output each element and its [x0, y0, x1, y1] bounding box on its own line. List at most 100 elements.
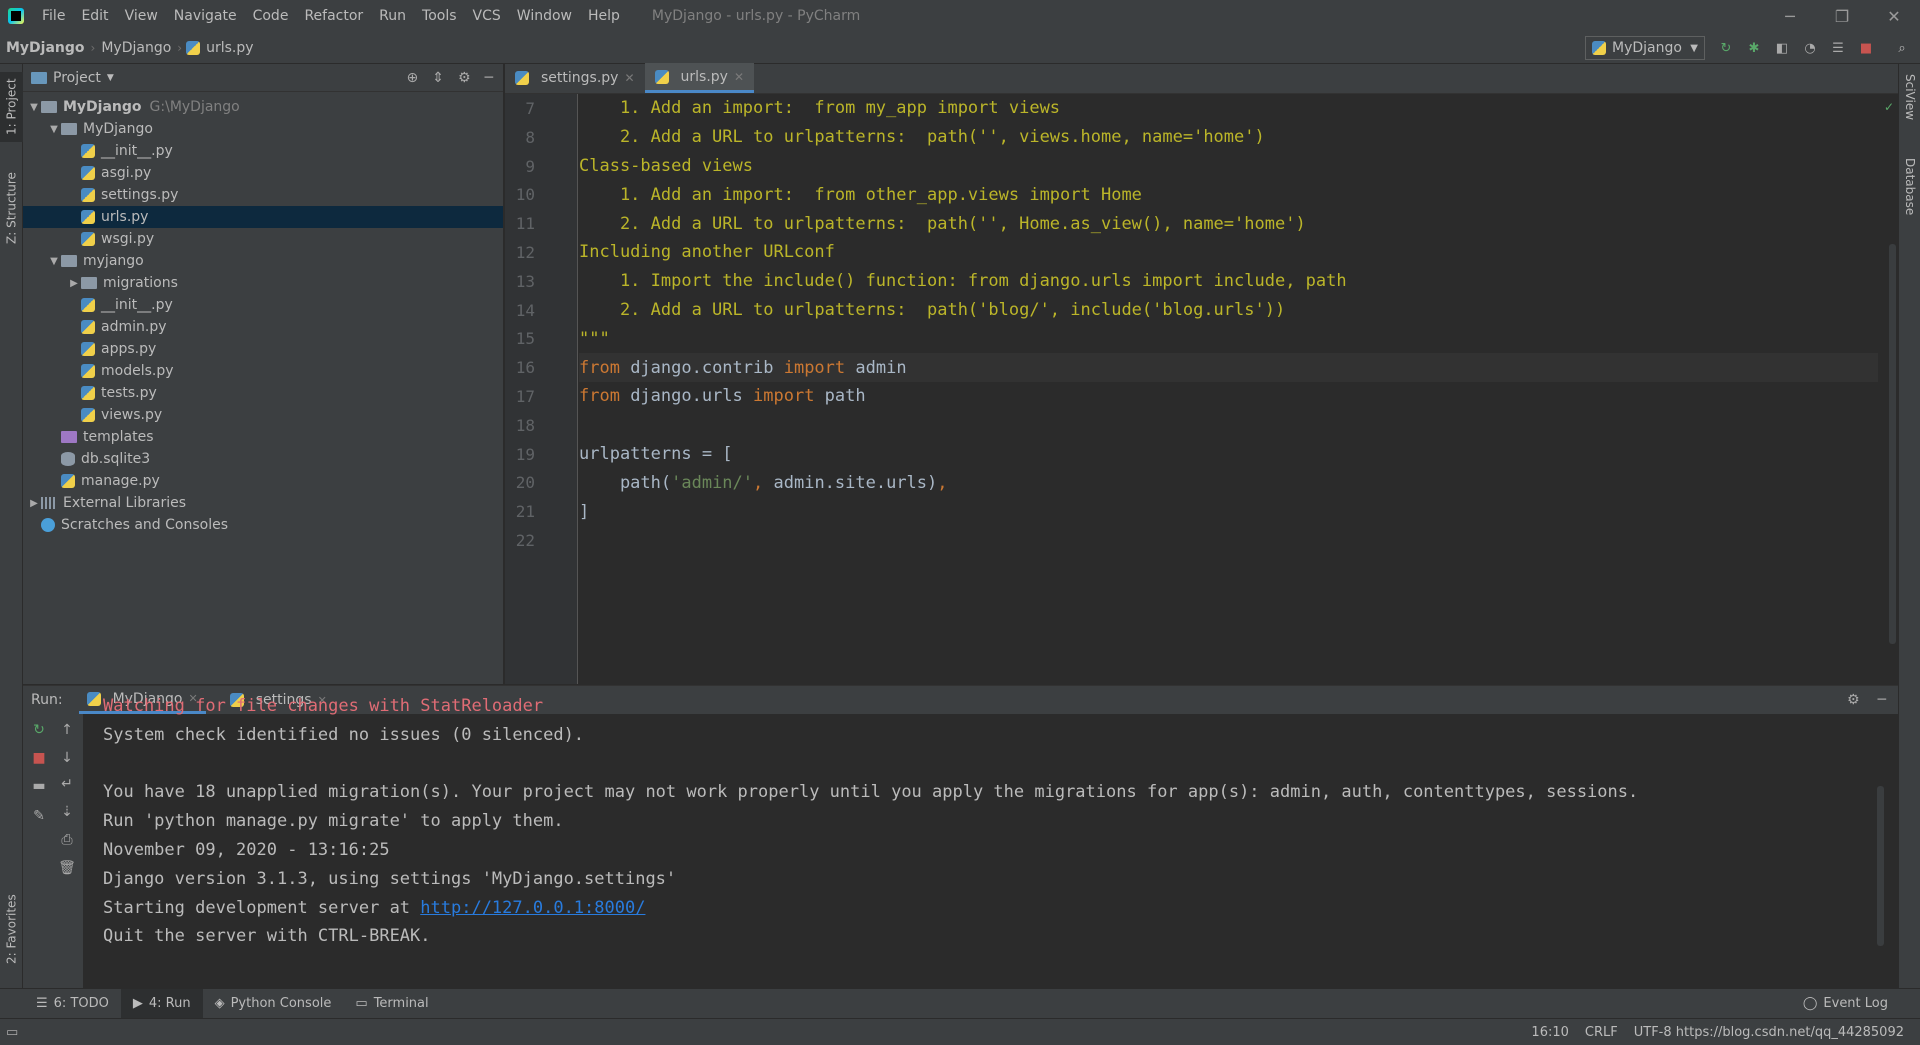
project-tool-tab[interactable]: 1: Project: [0, 72, 23, 142]
encoding-and-watermark[interactable]: UTF-8 https://blog.csdn.net/qq_44285092: [1626, 1025, 1912, 1040]
run-configuration-dropdown[interactable]: MyDjango ▼: [1585, 36, 1705, 60]
tree-item[interactable]: ▼ MyDjango: [23, 118, 503, 140]
minimize-icon[interactable]: ─: [1764, 7, 1816, 26]
tree-item[interactable]: wsgi.py: [23, 228, 503, 250]
line-separator[interactable]: CRLF: [1577, 1025, 1626, 1040]
close-tab-icon[interactable]: ✕: [624, 71, 634, 85]
tree-item[interactable]: manage.py: [23, 470, 503, 492]
build-icon[interactable]: ☰: [1830, 40, 1846, 56]
event-log-tool-tab[interactable]: ◯ Event Log: [1791, 989, 1900, 1019]
terminal-tool-tab[interactable]: ▭ Terminal: [343, 989, 440, 1019]
editor-tab[interactable]: settings.py ✕: [505, 63, 645, 93]
tree-item[interactable]: asgi.py: [23, 162, 503, 184]
tree-item-label: migrations: [103, 275, 178, 291]
search-icon[interactable]: ⌕: [1894, 40, 1910, 56]
menu-vcs[interactable]: VCS: [465, 8, 509, 24]
toggle-tool-windows-icon[interactable]: ▭: [6, 1025, 18, 1040]
tree-item[interactable]: admin.py: [23, 316, 503, 338]
menu-file[interactable]: File: [34, 8, 73, 24]
console-line: System check identified no issues (0 sil…: [103, 721, 1878, 750]
menu-window[interactable]: Window: [509, 8, 580, 24]
project-panel-title[interactable]: Project: [53, 70, 101, 86]
expand-arrow-icon[interactable]: ▼: [27, 102, 41, 113]
locate-icon[interactable]: ⊕: [407, 70, 419, 86]
scroll-to-end-icon[interactable]: ⇣: [59, 804, 75, 820]
tree-item[interactable]: db.sqlite3: [23, 448, 503, 470]
editor-scrollbar[interactable]: [1889, 244, 1896, 644]
run-console[interactable]: Watching for file changes with StatReloa…: [103, 696, 1878, 951]
tree-item[interactable]: __init__.py: [23, 294, 503, 316]
editor-tab[interactable]: urls.py ✕: [644, 63, 755, 93]
pin-icon[interactable]: ✎: [31, 808, 47, 824]
menu-code[interactable]: Code: [245, 8, 297, 24]
expand-arrow-icon[interactable]: ▼: [47, 256, 61, 267]
favorites-tool-tab[interactable]: 2: Favorites: [0, 884, 23, 974]
tree-item[interactable]: views.py: [23, 404, 503, 426]
hide-icon[interactable]: ─: [485, 70, 493, 86]
arrow-down-icon[interactable]: ↓: [59, 750, 75, 766]
menu-tools[interactable]: Tools: [414, 8, 465, 24]
editor-tab-label: urls.py: [680, 68, 728, 85]
menu-view[interactable]: View: [117, 8, 166, 24]
coverage-icon[interactable]: ◧: [1774, 40, 1790, 56]
hide-icon[interactable]: ─: [1878, 692, 1886, 708]
code-line: Including another URLconf: [579, 238, 1878, 267]
restore-icon[interactable]: ❐: [1816, 7, 1868, 26]
inspection-ok-icon[interactable]: ✓: [1884, 100, 1894, 114]
breadcrumb-project[interactable]: MyDjango: [0, 40, 91, 56]
caret-position[interactable]: 16:10: [1523, 1025, 1576, 1040]
expand-arrow-icon[interactable]: ▼: [47, 124, 61, 135]
print-icon[interactable]: ⎙: [59, 832, 75, 848]
code-area[interactable]: 1. Add an import: from my_app import vie…: [579, 94, 1878, 684]
stop-icon[interactable]: ■: [1858, 40, 1874, 56]
python-console-tool-tab[interactable]: ◈ Python Console: [203, 989, 344, 1019]
menu-help[interactable]: Help: [580, 8, 628, 24]
gear-icon[interactable]: ⚙: [458, 70, 471, 86]
tree-item[interactable]: ▼ myjango: [23, 250, 503, 272]
tree-item[interactable]: __init__.py: [23, 140, 503, 162]
trash-icon[interactable]: 🗑: [58, 860, 76, 876]
terminal-tab-label: Terminal: [373, 996, 429, 1011]
rerun-icon[interactable]: ↻: [31, 722, 47, 738]
tree-item[interactable]: models.py: [23, 360, 503, 382]
tree-item[interactable]: Scratches and Consoles: [23, 514, 503, 536]
soft-wrap-icon[interactable]: ↵: [59, 776, 75, 792]
tree-item[interactable]: urls.py: [23, 206, 503, 228]
menu-refactor[interactable]: Refactor: [296, 8, 371, 24]
collapse-arrow-icon[interactable]: ▶: [27, 498, 41, 509]
chevron-down-icon[interactable]: ▼: [107, 73, 114, 83]
sciview-tool-tab[interactable]: SciView: [1899, 74, 1920, 144]
tree-item[interactable]: templates: [23, 426, 503, 448]
server-url-link[interactable]: http://127.0.0.1:8000/: [420, 898, 645, 918]
arrow-up-icon[interactable]: ↑: [59, 722, 75, 738]
tree-item[interactable]: ▶ migrations: [23, 272, 503, 294]
close-tab-icon[interactable]: ✕: [734, 70, 744, 84]
collapse-all-icon[interactable]: ⇕: [432, 70, 444, 86]
close-icon[interactable]: ✕: [1868, 7, 1920, 26]
run-tool-tab[interactable]: ▶ 4: Run: [120, 988, 203, 1019]
todo-tool-tab[interactable]: ☰ 6: TODO: [24, 989, 121, 1019]
layout-icon[interactable]: ▬: [31, 778, 47, 794]
tree-item[interactable]: apps.py: [23, 338, 503, 360]
tree-item[interactable]: settings.py: [23, 184, 503, 206]
tree-item-label: MyDjango: [63, 99, 142, 115]
menu-run[interactable]: Run: [371, 8, 414, 24]
collapse-arrow-icon[interactable]: ▶: [67, 278, 81, 289]
breadcrumb-folder[interactable]: MyDjango: [95, 40, 177, 56]
breadcrumb-file[interactable]: urls.py: [206, 40, 259, 56]
structure-tool-tab[interactable]: Z: Structure: [0, 160, 23, 256]
rerun-icon[interactable]: ↻: [1718, 40, 1734, 56]
profile-icon[interactable]: ◔: [1802, 40, 1818, 56]
line-number: 9: [525, 156, 535, 176]
menu-navigate[interactable]: Navigate: [166, 8, 245, 24]
tree-item[interactable]: tests.py: [23, 382, 503, 404]
tree-item[interactable]: ▼ MyDjango G:\MyDjango: [23, 96, 503, 118]
database-tool-tab[interactable]: Database: [1899, 158, 1920, 248]
stop-icon[interactable]: ■: [31, 750, 47, 766]
code-token: import: [783, 357, 846, 378]
console-scrollbar[interactable]: [1877, 786, 1884, 946]
menu-edit[interactable]: Edit: [73, 8, 116, 24]
code-token: path: [814, 386, 866, 407]
tree-item[interactable]: ▶ External Libraries: [23, 492, 503, 514]
debug-icon[interactable]: ✱: [1746, 40, 1762, 56]
